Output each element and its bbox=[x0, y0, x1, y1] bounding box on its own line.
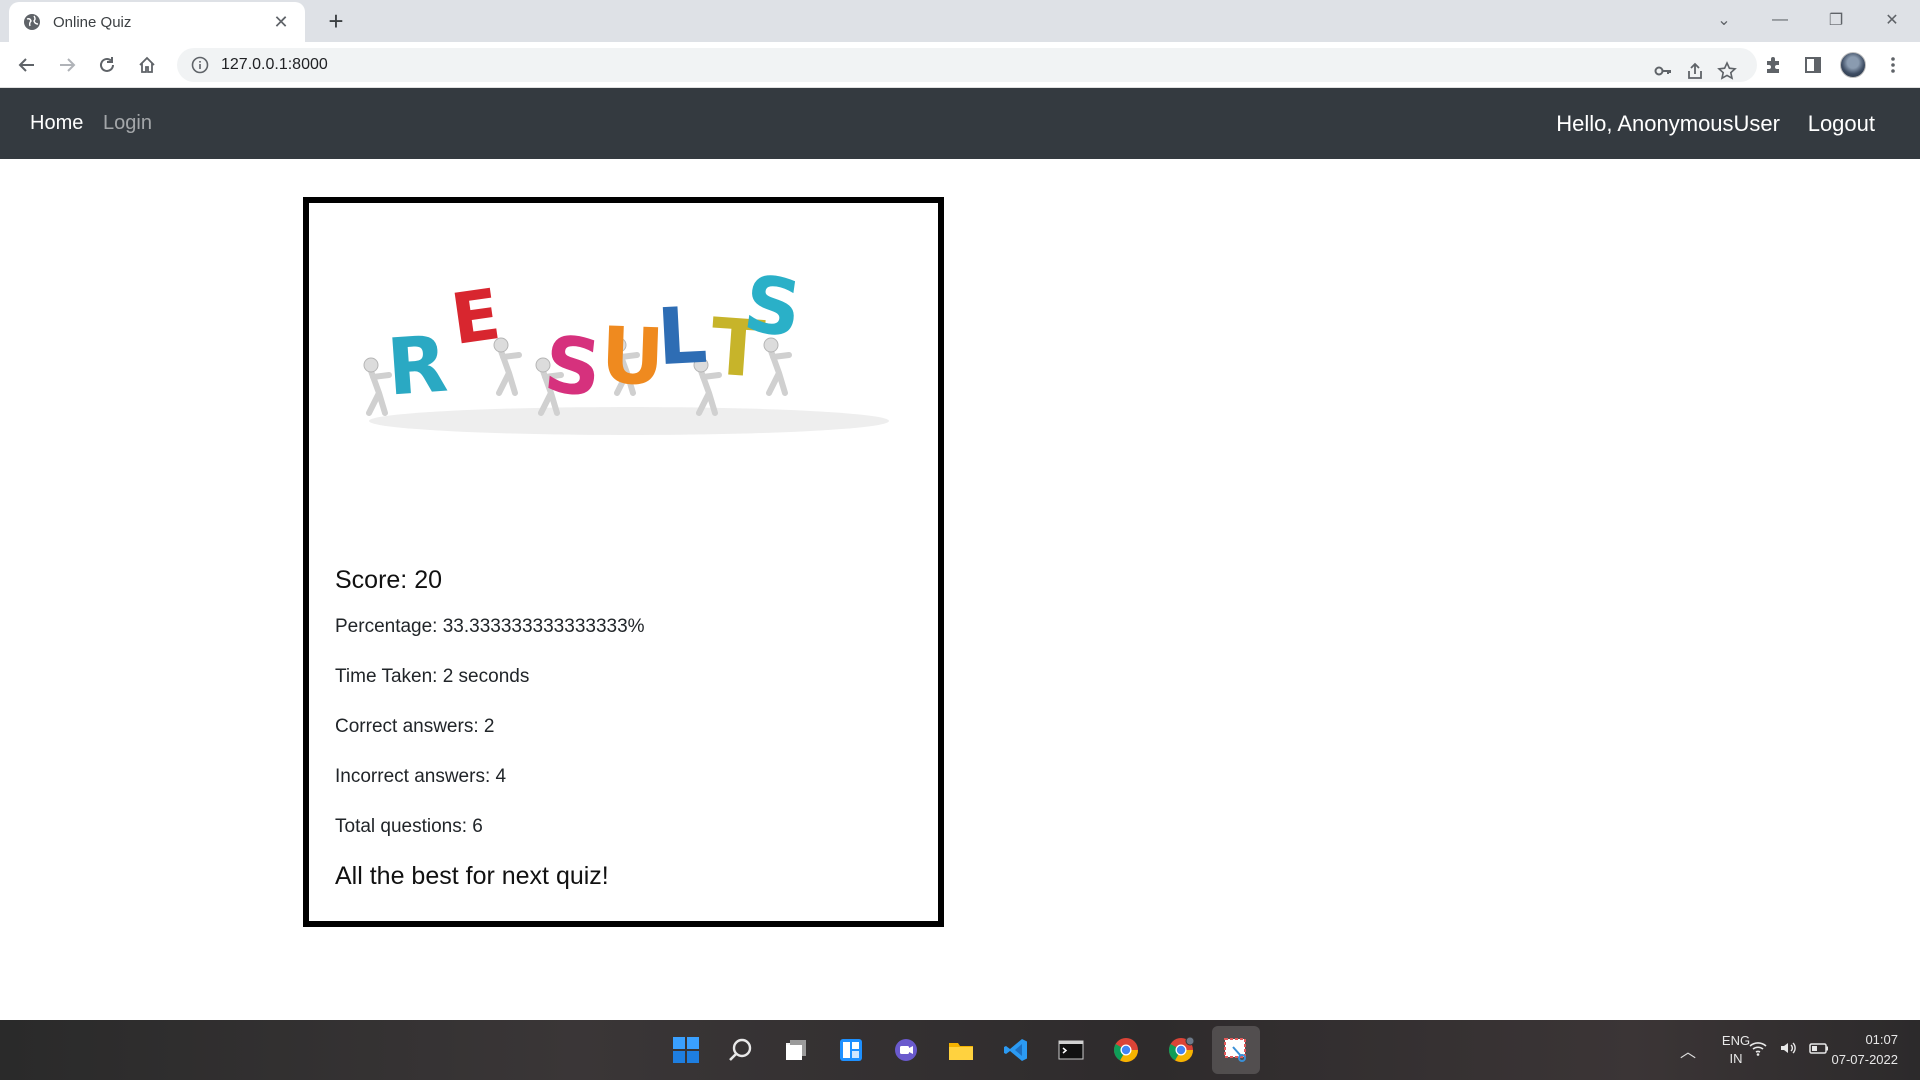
browser-tab[interactable]: Online Quiz ✕ bbox=[9, 2, 305, 42]
reload-icon bbox=[100, 57, 114, 72]
restore-button[interactable]: ❐ bbox=[1808, 0, 1864, 40]
banner-letter: E bbox=[446, 273, 505, 361]
teams-chat-icon[interactable] bbox=[882, 1026, 930, 1074]
wifi-icon bbox=[1749, 1042, 1767, 1056]
nav-login-link[interactable]: Login bbox=[103, 88, 152, 159]
clock-time: 01:07 bbox=[1865, 1032, 1898, 1047]
tab-title: Online Quiz bbox=[53, 13, 132, 31]
windows-taskbar: ︿ ENG IN 01:07 07-07-2022 bbox=[0, 1020, 1920, 1080]
vscode-icon[interactable] bbox=[992, 1026, 1040, 1074]
nav-logout-link[interactable]: Logout bbox=[1808, 88, 1875, 159]
search-icon[interactable] bbox=[717, 1026, 765, 1074]
chrome-icon[interactable] bbox=[1102, 1026, 1150, 1074]
bookmark-star-icon[interactable] bbox=[1711, 55, 1743, 87]
taskbar-apps bbox=[662, 1026, 1260, 1074]
extensions-icon[interactable] bbox=[1757, 49, 1789, 81]
info-icon[interactable] bbox=[191, 56, 209, 74]
close-tab-icon[interactable]: ✕ bbox=[271, 12, 291, 32]
file-explorer-icon[interactable] bbox=[937, 1026, 985, 1074]
home-icon bbox=[139, 56, 155, 73]
back-arrow-icon bbox=[18, 58, 34, 72]
figure-icon bbox=[363, 357, 392, 416]
results-banner-image: RESULTS bbox=[339, 253, 919, 453]
snipping-tool-icon[interactable] bbox=[1212, 1026, 1260, 1074]
new-tab-button[interactable]: + bbox=[322, 8, 350, 36]
chevron-up-icon[interactable]: ︿ bbox=[1676, 1038, 1700, 1062]
address-bar[interactable]: 127.0.0.1:8000 bbox=[177, 48, 1757, 82]
terminal-icon[interactable] bbox=[1047, 1026, 1095, 1074]
forward-button[interactable] bbox=[51, 49, 83, 81]
side-panel-icon[interactable] bbox=[1797, 49, 1829, 81]
chrome-profile-icon[interactable] bbox=[1157, 1026, 1205, 1074]
task-view-icon[interactable] bbox=[772, 1026, 820, 1074]
user-greeting: Hello, AnonymousUser bbox=[1556, 111, 1780, 136]
start-icon[interactable] bbox=[662, 1026, 710, 1074]
site-navbar: Home Login Hello, AnonymousUser Logout bbox=[0, 88, 1920, 159]
share-icon[interactable] bbox=[1679, 55, 1711, 87]
results-card: RESULTS Score: 20 Percentage: 33.3333333… bbox=[303, 197, 944, 927]
close-window-button[interactable]: ✕ bbox=[1864, 0, 1920, 40]
banner-letter: S bbox=[738, 259, 806, 356]
banner-shadow bbox=[369, 407, 889, 435]
banner-letter: S bbox=[540, 320, 605, 415]
tab-search-icon[interactable]: ⌄ bbox=[1696, 0, 1752, 40]
url-text: 127.0.0.1:8000 bbox=[221, 56, 328, 73]
globe-icon bbox=[23, 13, 41, 31]
best-wishes-message: All the best for next quiz! bbox=[335, 862, 609, 890]
browser-toolbar: 127.0.0.1:8000 bbox=[0, 42, 1920, 88]
window-controls: ⌄ — ❐ ✕ bbox=[1696, 0, 1920, 40]
key-icon[interactable] bbox=[1647, 55, 1679, 87]
clock-date: 07-07-2022 bbox=[1831, 1052, 1899, 1067]
percentage-text: Percentage: 33.333333333333333% bbox=[335, 616, 645, 637]
minimize-button[interactable]: — bbox=[1752, 0, 1808, 40]
more-menu-icon[interactable] bbox=[1877, 49, 1909, 81]
total-questions-text: Total questions: 6 bbox=[335, 816, 483, 837]
volume-icon bbox=[1781, 1042, 1796, 1054]
home-button[interactable] bbox=[131, 49, 163, 81]
back-button[interactable] bbox=[11, 49, 43, 81]
correct-answers-text: Correct answers: 2 bbox=[335, 716, 495, 737]
time-taken-text: Time Taken: 2 seconds bbox=[335, 666, 530, 687]
browser-tab-strip: Online Quiz ✕ + ⌄ — ❐ ✕ bbox=[0, 0, 1920, 42]
widgets-icon[interactable] bbox=[827, 1026, 875, 1074]
nav-home-link[interactable]: Home bbox=[30, 88, 83, 159]
banner-letter: L bbox=[655, 291, 709, 383]
incorrect-answers-text: Incorrect answers: 4 bbox=[335, 766, 507, 787]
system-clock[interactable]: 01:07 07-07-2022 bbox=[1818, 1030, 1899, 1070]
profile-avatar[interactable] bbox=[1837, 49, 1869, 81]
score-heading: Score: 20 bbox=[335, 566, 443, 594]
reload-button[interactable] bbox=[91, 49, 123, 81]
banner-letter: R bbox=[384, 320, 450, 414]
forward-arrow-icon bbox=[60, 58, 76, 72]
